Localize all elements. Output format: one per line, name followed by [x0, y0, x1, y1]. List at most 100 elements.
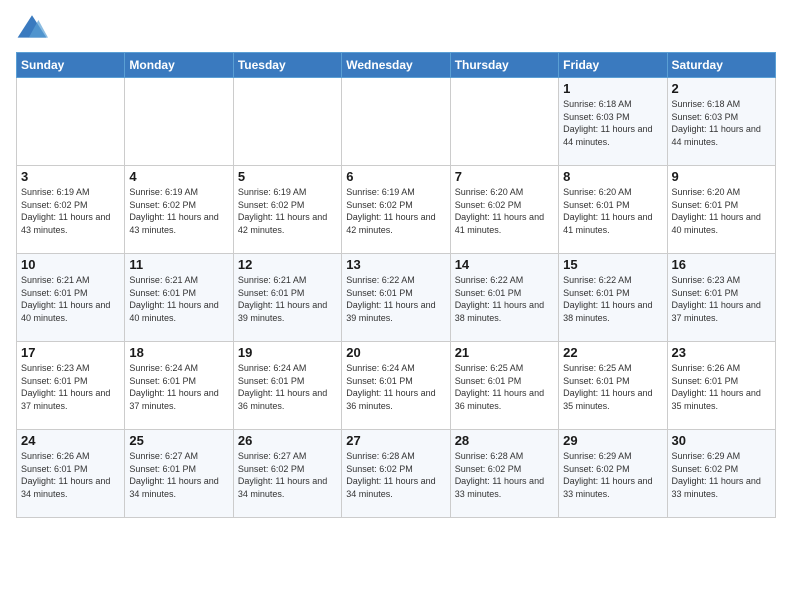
- calendar-cell: [233, 78, 341, 166]
- header-cell-sunday: Sunday: [17, 53, 125, 78]
- day-number: 19: [238, 345, 337, 360]
- day-info: Sunrise: 6:26 AM Sunset: 6:01 PM Dayligh…: [672, 362, 771, 412]
- header-cell-wednesday: Wednesday: [342, 53, 450, 78]
- day-number: 13: [346, 257, 445, 272]
- calendar-cell: 1 Sunrise: 6:18 AM Sunset: 6:03 PM Daylig…: [559, 78, 667, 166]
- day-info: Sunrise: 6:27 AM Sunset: 6:02 PM Dayligh…: [238, 450, 337, 500]
- day-number: 9: [672, 169, 771, 184]
- week-row-2: 10 Sunrise: 6:21 AM Sunset: 6:01 PM Dayli…: [17, 254, 776, 342]
- calendar-cell: 9 Sunrise: 6:20 AM Sunset: 6:01 PM Daylig…: [667, 166, 775, 254]
- day-info: Sunrise: 6:27 AM Sunset: 6:01 PM Dayligh…: [129, 450, 228, 500]
- calendar-cell: 25Sunrise: 6:27 AM Sunset: 6:01 PM Dayli…: [125, 430, 233, 518]
- calendar-cell: 14 Sunrise: 6:22 AM Sunset: 6:01 PM Dayli…: [450, 254, 558, 342]
- calendar-cell: 8 Sunrise: 6:20 AM Sunset: 6:01 PM Daylig…: [559, 166, 667, 254]
- calendar-cell: 2 Sunrise: 6:18 AM Sunset: 6:03 PM Daylig…: [667, 78, 775, 166]
- day-info: Sunrise: 6:26 AM Sunset: 6:01 PM Dayligh…: [21, 450, 120, 500]
- header-cell-friday: Friday: [559, 53, 667, 78]
- day-number: 11: [129, 257, 228, 272]
- calendar-cell: 4 Sunrise: 6:19 AM Sunset: 6:02 PM Daylig…: [125, 166, 233, 254]
- day-info: Sunrise: 6:19 AM Sunset: 6:02 PM Dayligh…: [129, 186, 228, 236]
- day-number: 17: [21, 345, 120, 360]
- day-number: 28: [455, 433, 554, 448]
- day-number: 5: [238, 169, 337, 184]
- day-info: Sunrise: 6:22 AM Sunset: 6:01 PM Dayligh…: [563, 274, 662, 324]
- day-number: 2: [672, 81, 771, 96]
- day-number: 1: [563, 81, 662, 96]
- calendar-cell: 13Sunrise: 6:22 AM Sunset: 6:01 PM Dayli…: [342, 254, 450, 342]
- day-info: Sunrise: 6:28 AM Sunset: 6:02 PM Dayligh…: [346, 450, 445, 500]
- calendar-cell: 26 Sunrise: 6:27 AM Sunset: 6:02 PM Dayli…: [233, 430, 341, 518]
- header-cell-thursday: Thursday: [450, 53, 558, 78]
- calendar-cell: 19 Sunrise: 6:24 AM Sunset: 6:01 PM Dayli…: [233, 342, 341, 430]
- header: [16, 12, 776, 44]
- calendar-cell: 29 Sunrise: 6:29 AM Sunset: 6:02 PM Dayli…: [559, 430, 667, 518]
- calendar-cell: 11 Sunrise: 6:21 AM Sunset: 6:01 PM Dayli…: [125, 254, 233, 342]
- day-number: 23: [672, 345, 771, 360]
- logo-icon: [16, 12, 48, 44]
- day-number: 18: [129, 345, 228, 360]
- calendar-cell: 21Sunrise: 6:25 AM Sunset: 6:01 PM Dayli…: [450, 342, 558, 430]
- day-number: 8: [563, 169, 662, 184]
- day-number: 29: [563, 433, 662, 448]
- calendar-cell: 20 Sunrise: 6:24 AM Sunset: 6:01 PM Dayli…: [342, 342, 450, 430]
- header-cell-saturday: Saturday: [667, 53, 775, 78]
- calendar-cell: 15 Sunrise: 6:22 AM Sunset: 6:01 PM Dayli…: [559, 254, 667, 342]
- day-info: Sunrise: 6:29 AM Sunset: 6:02 PM Dayligh…: [563, 450, 662, 500]
- calendar-cell: 30 Sunrise: 6:29 AM Sunset: 6:02 PM Dayli…: [667, 430, 775, 518]
- calendar-cell: 12Sunrise: 6:21 AM Sunset: 6:01 PM Dayli…: [233, 254, 341, 342]
- calendar-cell: 23 Sunrise: 6:26 AM Sunset: 6:01 PM Dayli…: [667, 342, 775, 430]
- day-info: Sunrise: 6:22 AM Sunset: 6:01 PM Dayligh…: [455, 274, 554, 324]
- week-row-0: 1 Sunrise: 6:18 AM Sunset: 6:03 PM Daylig…: [17, 78, 776, 166]
- calendar-cell: 10 Sunrise: 6:21 AM Sunset: 6:01 PM Dayli…: [17, 254, 125, 342]
- day-number: 7: [455, 169, 554, 184]
- week-row-1: 3 Sunrise: 6:19 AM Sunset: 6:02 PM Daylig…: [17, 166, 776, 254]
- day-number: 6: [346, 169, 445, 184]
- day-number: 24: [21, 433, 120, 448]
- day-info: Sunrise: 6:18 AM Sunset: 6:03 PM Dayligh…: [672, 98, 771, 148]
- day-number: 30: [672, 433, 771, 448]
- day-info: Sunrise: 6:19 AM Sunset: 6:02 PM Dayligh…: [346, 186, 445, 236]
- calendar-cell: 3 Sunrise: 6:19 AM Sunset: 6:02 PM Daylig…: [17, 166, 125, 254]
- day-info: Sunrise: 6:28 AM Sunset: 6:02 PM Dayligh…: [455, 450, 554, 500]
- calendar-cell: [450, 78, 558, 166]
- day-info: Sunrise: 6:18 AM Sunset: 6:03 PM Dayligh…: [563, 98, 662, 148]
- day-number: 27: [346, 433, 445, 448]
- calendar-cell: [17, 78, 125, 166]
- day-number: 12: [238, 257, 337, 272]
- calendar-cell: 22 Sunrise: 6:25 AM Sunset: 6:01 PM Dayli…: [559, 342, 667, 430]
- calendar-cell: 7 Sunrise: 6:20 AM Sunset: 6:02 PM Daylig…: [450, 166, 558, 254]
- calendar-table: SundayMondayTuesdayWednesdayThursdayFrid…: [16, 52, 776, 518]
- calendar-cell: 6 Sunrise: 6:19 AM Sunset: 6:02 PM Daylig…: [342, 166, 450, 254]
- day-info: Sunrise: 6:23 AM Sunset: 6:01 PM Dayligh…: [672, 274, 771, 324]
- day-number: 26: [238, 433, 337, 448]
- day-info: Sunrise: 6:29 AM Sunset: 6:02 PM Dayligh…: [672, 450, 771, 500]
- day-number: 3: [21, 169, 120, 184]
- day-info: Sunrise: 6:20 AM Sunset: 6:02 PM Dayligh…: [455, 186, 554, 236]
- day-info: Sunrise: 6:20 AM Sunset: 6:01 PM Dayligh…: [672, 186, 771, 236]
- day-info: Sunrise: 6:20 AM Sunset: 6:01 PM Dayligh…: [563, 186, 662, 236]
- day-number: 10: [21, 257, 120, 272]
- day-info: Sunrise: 6:21 AM Sunset: 6:01 PM Dayligh…: [21, 274, 120, 324]
- day-info: Sunrise: 6:25 AM Sunset: 6:01 PM Dayligh…: [563, 362, 662, 412]
- day-number: 20: [346, 345, 445, 360]
- day-info: Sunrise: 6:24 AM Sunset: 6:01 PM Dayligh…: [346, 362, 445, 412]
- calendar-cell: 17 Sunrise: 6:23 AM Sunset: 6:01 PM Dayli…: [17, 342, 125, 430]
- day-info: Sunrise: 6:23 AM Sunset: 6:01 PM Dayligh…: [21, 362, 120, 412]
- day-number: 4: [129, 169, 228, 184]
- day-info: Sunrise: 6:24 AM Sunset: 6:01 PM Dayligh…: [129, 362, 228, 412]
- week-row-3: 17 Sunrise: 6:23 AM Sunset: 6:01 PM Dayli…: [17, 342, 776, 430]
- day-info: Sunrise: 6:24 AM Sunset: 6:01 PM Dayligh…: [238, 362, 337, 412]
- calendar-cell: 18 Sunrise: 6:24 AM Sunset: 6:01 PM Dayli…: [125, 342, 233, 430]
- day-number: 14: [455, 257, 554, 272]
- day-info: Sunrise: 6:19 AM Sunset: 6:02 PM Dayligh…: [21, 186, 120, 236]
- day-number: 22: [563, 345, 662, 360]
- day-number: 15: [563, 257, 662, 272]
- header-cell-monday: Monday: [125, 53, 233, 78]
- logo: [16, 12, 52, 44]
- day-info: Sunrise: 6:21 AM Sunset: 6:01 PM Dayligh…: [129, 274, 228, 324]
- day-info: Sunrise: 6:25 AM Sunset: 6:01 PM Dayligh…: [455, 362, 554, 412]
- calendar-cell: 24 Sunrise: 6:26 AM Sunset: 6:01 PM Dayli…: [17, 430, 125, 518]
- day-number: 16: [672, 257, 771, 272]
- page: SundayMondayTuesdayWednesdayThursdayFrid…: [0, 0, 792, 526]
- calendar-cell: [342, 78, 450, 166]
